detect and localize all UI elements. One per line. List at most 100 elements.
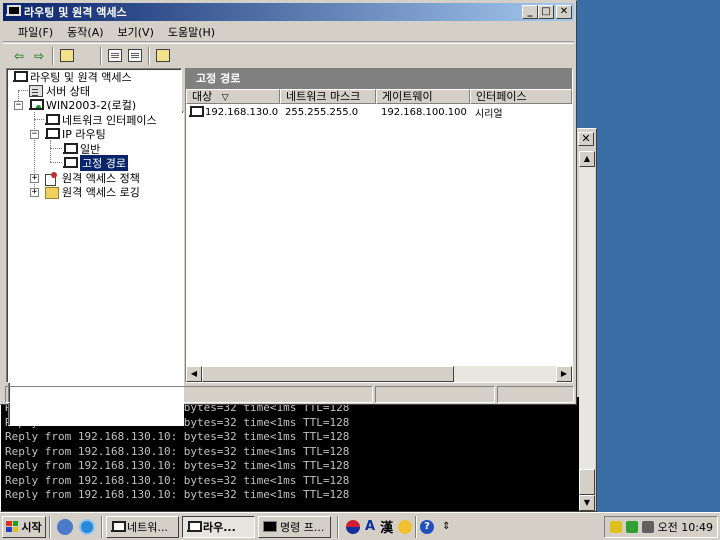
tree-item-network-interfaces[interactable]: 네트워크 인터페이스 — [45, 113, 157, 127]
column-netmask[interactable]: 네트워크 마스크 — [280, 89, 376, 104]
taskbar-separator — [101, 515, 103, 538]
system-tray: 오전 10:49 — [604, 515, 718, 538]
network-status-icon[interactable] — [625, 520, 638, 533]
expand-toggle[interactable]: + — [30, 188, 39, 197]
column-interface[interactable]: 인터페이스 — [470, 89, 572, 104]
policy-icon — [45, 172, 59, 186]
minimize-button[interactable]: _ — [522, 5, 538, 19]
task-routing-remote-access[interactable]: 라우... — [182, 515, 255, 538]
expand-toggle[interactable]: + — [30, 174, 39, 183]
help-icon[interactable]: ? — [420, 519, 435, 534]
internet-explorer-icon[interactable] — [79, 518, 95, 535]
task-label: 라우... — [203, 520, 236, 534]
network-icon — [111, 520, 126, 533]
tree-item-static-routes[interactable]: 고정 경로 — [63, 155, 128, 171]
scroll-right-button[interactable]: ▶ — [556, 366, 572, 382]
console-line: Reply from 192.168.130.10: bytes=32 time… — [5, 488, 350, 501]
help-button[interactable] — [153, 46, 173, 66]
console-close-button[interactable]: ✕ — [578, 132, 594, 146]
task-label: 명령 프... — [280, 520, 325, 534]
task-label: 네트워... — [127, 520, 168, 534]
column-destination[interactable]: 대상 ▽ — [186, 89, 280, 104]
server-status-icon — [29, 85, 43, 97]
tree-item-server-status[interactable]: 서버 상태 — [29, 84, 90, 98]
tree-item-server[interactable]: WIN2003-2(로컬) — [29, 98, 136, 112]
console-icon — [263, 521, 277, 532]
back-button[interactable]: ⇦ — [9, 46, 29, 66]
start-button[interactable]: 시작 — [2, 515, 46, 538]
ime-mode-a[interactable]: A — [365, 519, 375, 534]
toolbar-separator — [148, 46, 150, 65]
network-interfaces-icon — [45, 114, 60, 126]
scroll-thumb[interactable] — [579, 469, 595, 495]
route-icon — [189, 106, 204, 118]
general-icon — [63, 143, 78, 155]
status-cell — [375, 386, 495, 403]
up-level-button[interactable] — [57, 46, 77, 66]
clock[interactable]: 오전 10:49 — [658, 519, 713, 535]
console-line: Reply from 192.168.130.10: bytes=32 time… — [5, 459, 350, 472]
console-tree[interactable]: 라우팅 및 원격 액세스 서버 상태 − WIN2003-2(로컬) 네트워크 … — [6, 68, 182, 383]
table-row[interactable]: 192.168.130.0 255.255.255.0 192.168.100.… — [186, 104, 572, 120]
scroll-up-button[interactable]: ▲ — [579, 151, 595, 167]
ime-settings-icon[interactable]: ⇕ — [442, 521, 450, 532]
ime-options-icon[interactable] — [398, 519, 413, 534]
details-pane[interactable]: 고정 경로 대상 ▽ 네트워크 마스크 게이트웨이 인터페이스 192.168.… — [185, 68, 573, 383]
routing-remote-access-window[interactable]: 라우팅 및 원격 액세스 _ □ ✕ 파일(F) 동작(A) 보기(V) 도움말… — [0, 0, 577, 426]
tree-item-remote-access-policy[interactable]: 원격 액세스 정책 — [45, 171, 140, 186]
routing-icon — [13, 71, 28, 83]
window-title: 라우팅 및 원격 액세스 — [24, 6, 127, 19]
running-status-icon — [35, 104, 42, 111]
tree-connector — [34, 119, 44, 120]
ime-hanja[interactable]: 漢 — [380, 517, 393, 536]
scroll-down-button[interactable]: ▼ — [579, 495, 595, 511]
maximize-button[interactable]: □ — [538, 5, 554, 19]
taskbar-separator — [49, 515, 51, 538]
export-list-button[interactable] — [125, 46, 145, 66]
ime-toolbar: A 漢 — [346, 517, 413, 536]
help-book-icon — [156, 49, 170, 62]
console-scrollbar[interactable]: ▲ ▼ — [579, 151, 595, 511]
tree-item-general[interactable]: 일반 — [63, 142, 100, 156]
cell-text: 192.168.130.0 — [205, 106, 279, 118]
windows-logo-icon — [6, 521, 19, 532]
column-header-row: 대상 ▽ 네트워크 마스크 게이트웨이 인터페이스 — [186, 89, 572, 104]
taskbar: 시작 네트워... 라우... 명령 프... A 漢 ? ⇕ 오전 10:49 — [0, 512, 720, 540]
menu-action[interactable]: 동작(A) — [60, 24, 110, 40]
properties-button[interactable] — [8, 46, 193, 426]
scroll-left-button[interactable]: ◀ — [186, 366, 202, 382]
scroll-thumb[interactable] — [202, 366, 454, 382]
forward-button[interactable]: ⇨ — [29, 46, 49, 66]
window-titlebar[interactable]: 라우팅 및 원격 액세스 _ □ ✕ — [3, 3, 574, 21]
column-label: 대상 — [192, 90, 213, 103]
console-line: Reply from 192.168.130.10: bytes=32 time… — [5, 430, 350, 443]
console-line: Reply from 192.168.130.10: bytes=32 time… — [5, 473, 350, 487]
menu-help[interactable]: 도움말(H) — [161, 24, 222, 40]
close-button[interactable]: ✕ — [556, 5, 572, 19]
task-command-prompt[interactable]: 명령 프... — [258, 515, 331, 538]
server-icon — [29, 99, 44, 111]
menu-file[interactable]: 파일(F) — [11, 24, 60, 40]
collapse-toggle[interactable]: − — [30, 130, 39, 139]
show-tree-button[interactable] — [8, 46, 184, 426]
start-label: 시작 — [21, 520, 42, 534]
toolbar-separator — [52, 46, 54, 65]
volume-icon[interactable] — [641, 520, 654, 533]
routing-icon — [187, 520, 202, 533]
task-network-connections[interactable]: 네트워... — [106, 515, 179, 538]
security-shield-icon[interactable] — [609, 520, 622, 533]
korean-ime-icon[interactable] — [346, 519, 360, 534]
column-gateway[interactable]: 게이트웨이 — [376, 89, 470, 104]
menu-view[interactable]: 보기(V) — [111, 24, 161, 40]
refresh-button[interactable] — [105, 46, 125, 66]
status-cell — [5, 386, 373, 403]
collapse-toggle[interactable]: − — [14, 101, 23, 110]
show-desktop-icon[interactable] — [57, 518, 73, 535]
tree-item-remote-access-logging[interactable]: 원격 액세스 로깅 — [45, 185, 140, 199]
tree-item-ip-routing[interactable]: IP 라우팅 — [45, 127, 106, 141]
status-bar — [5, 386, 574, 403]
taskbar-separator — [415, 515, 418, 538]
menu-bar: 파일(F) 동작(A) 보기(V) 도움말(H) — [3, 22, 574, 42]
tree-root-routing[interactable]: 라우팅 및 원격 액세스 — [13, 70, 132, 84]
horizontal-scrollbar[interactable]: ◀ ▶ — [186, 366, 572, 382]
